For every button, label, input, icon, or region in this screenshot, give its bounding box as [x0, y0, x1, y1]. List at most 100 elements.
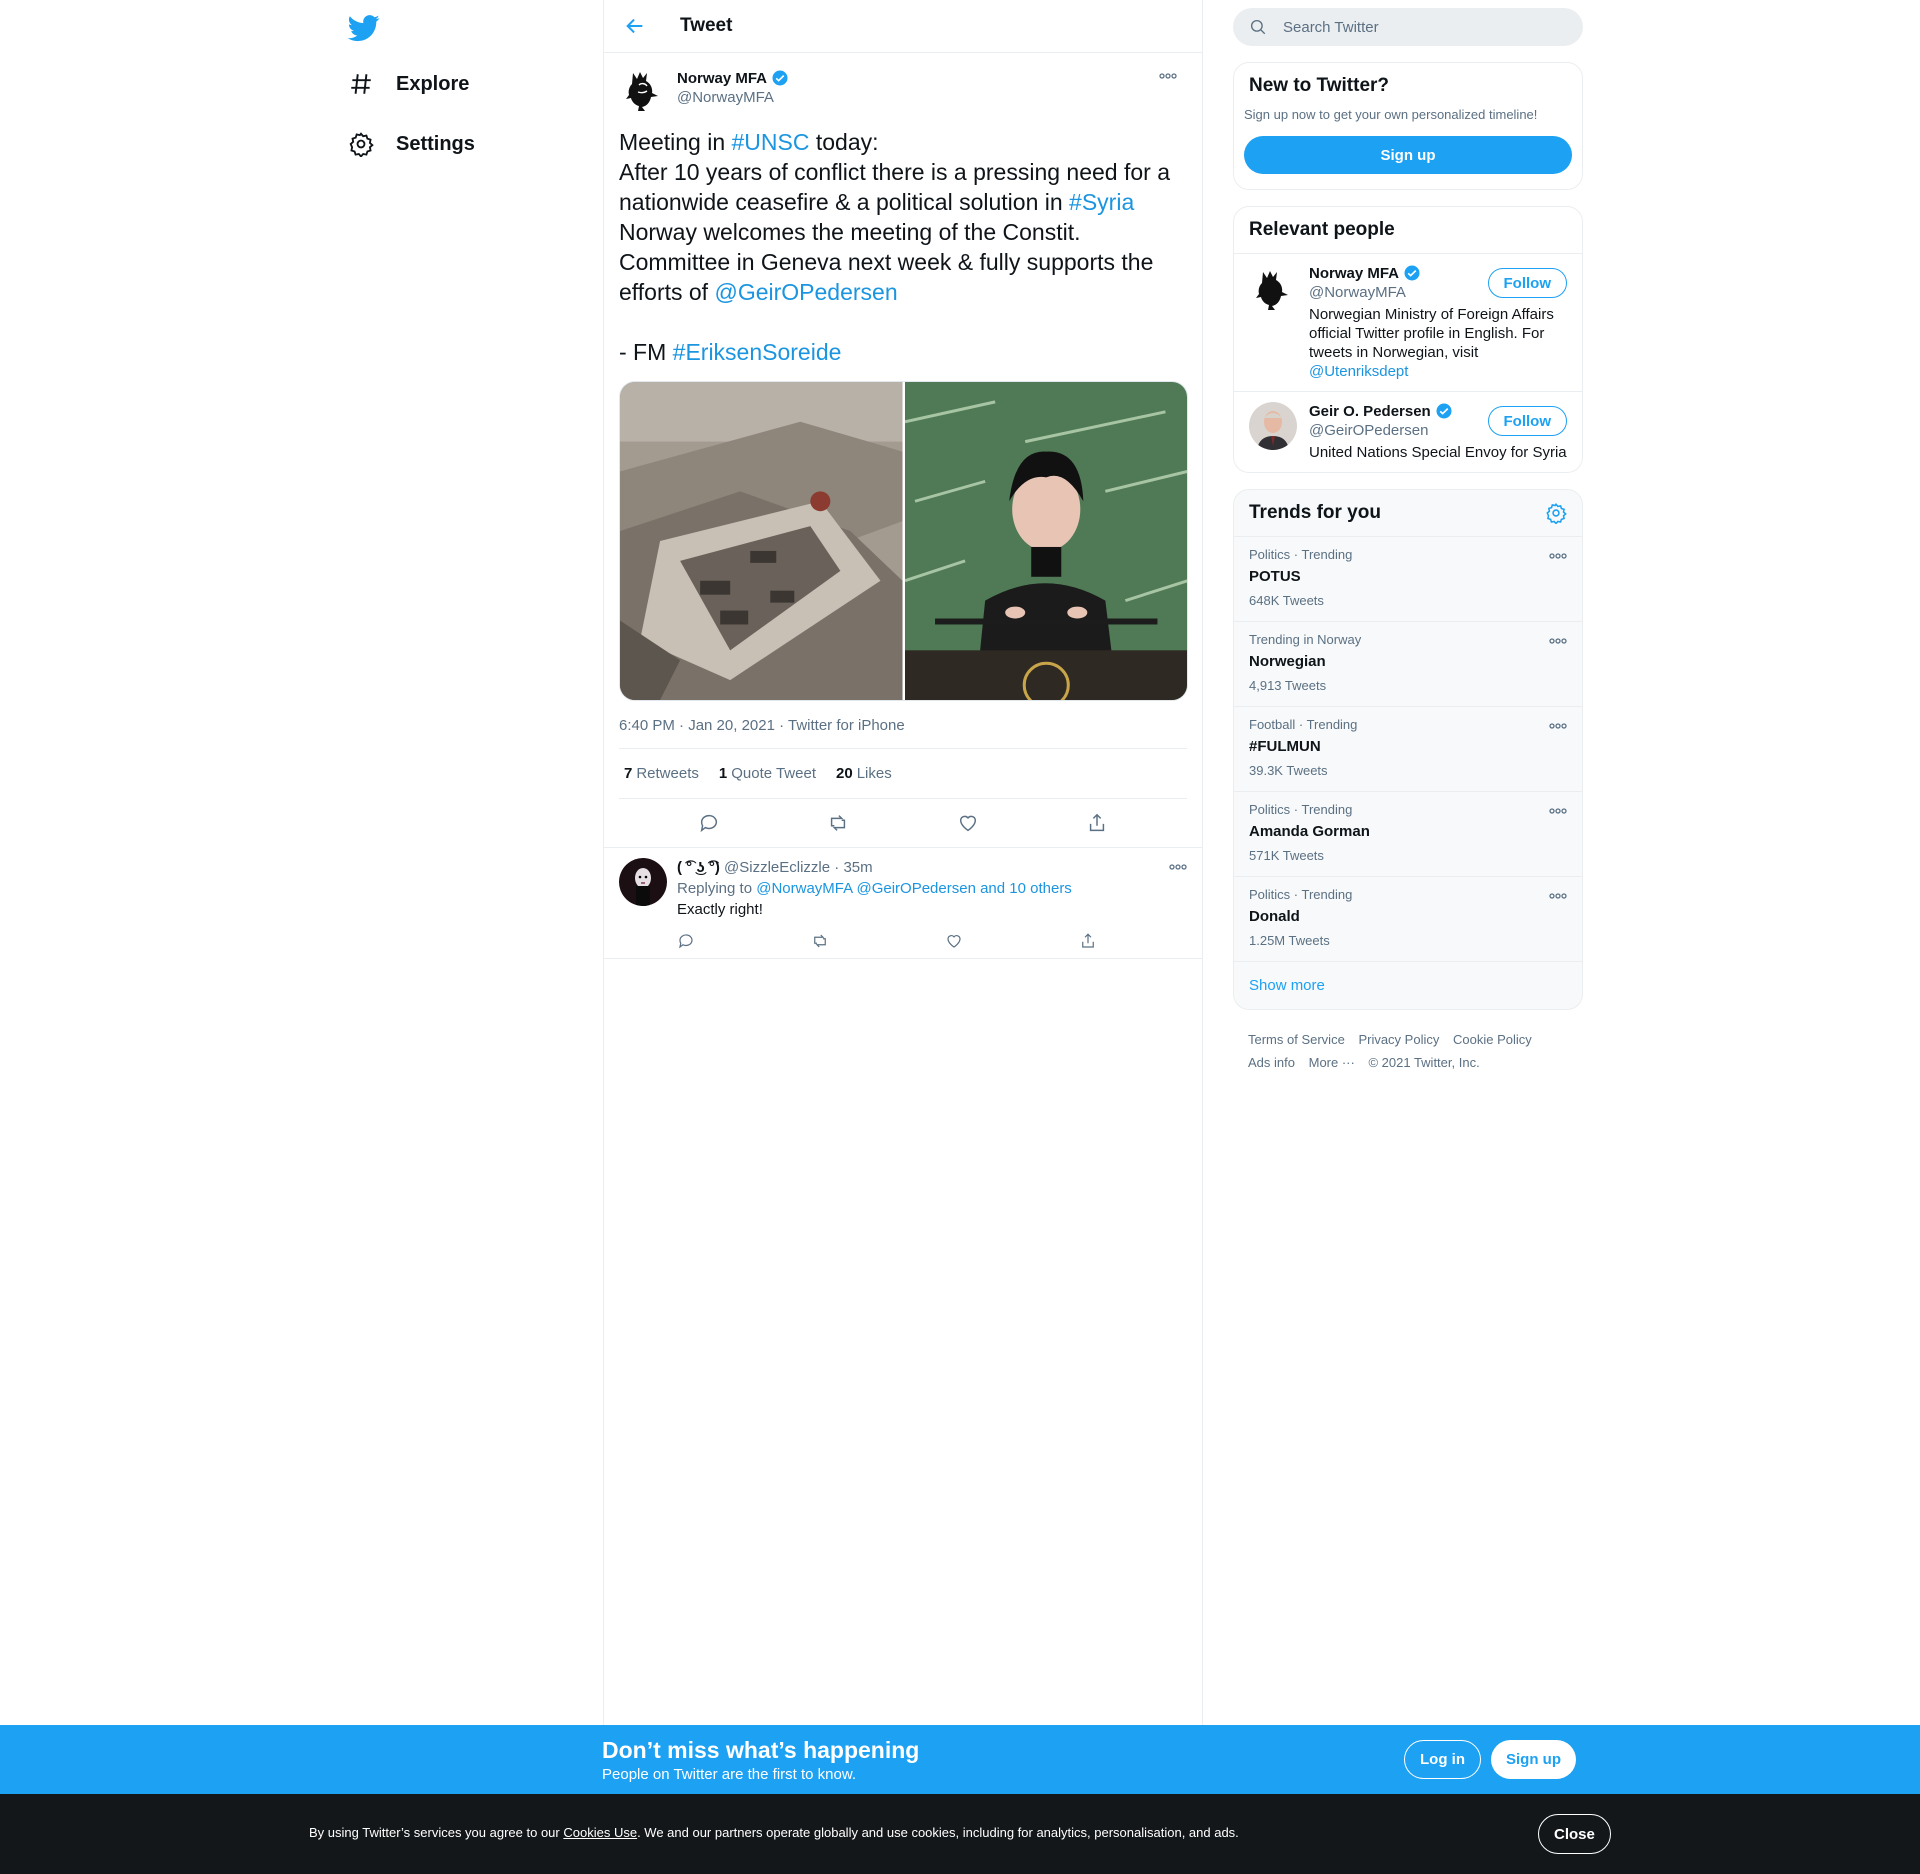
- more-options-icon[interactable]: [1549, 806, 1567, 816]
- search-bar[interactable]: [1233, 8, 1583, 46]
- more-options-icon[interactable]: [1169, 862, 1187, 872]
- like-heart-icon[interactable]: [945, 932, 963, 950]
- more-options-icon[interactable]: [1549, 891, 1567, 901]
- trend-context: Trending in Norway: [1249, 632, 1362, 647]
- main-column: Tweet Norway MFA @NorwayMFA Meeting in #…: [603, 0, 1203, 1874]
- trend-count: 648K Tweets: [1249, 593, 1324, 608]
- trend-count: 571K Tweets: [1249, 848, 1324, 863]
- avatar[interactable]: [619, 858, 667, 906]
- login-button[interactable]: Log in: [1404, 1740, 1481, 1779]
- photo-destroyed-buildings[interactable]: [620, 382, 903, 700]
- banner-signup-button[interactable]: Sign up: [1491, 1740, 1576, 1779]
- person-name[interactable]: Norway MFA: [1309, 265, 1399, 282]
- person-bio-text: Norwegian Ministry of Foreign Affairs of…: [1309, 306, 1554, 361]
- author-name[interactable]: Norway MFA: [677, 70, 767, 87]
- trend-context: Football · Trending: [1249, 717, 1358, 732]
- author-handle: @NorwayMFA: [677, 89, 774, 106]
- quotes-stat[interactable]: 1 Quote Tweet: [719, 765, 816, 782]
- nav-explore[interactable]: Explore: [348, 62, 469, 106]
- retweet-icon[interactable]: [827, 812, 849, 834]
- trend-item[interactable]: Politics · Trending Amanda Gorman 571K T…: [1234, 791, 1582, 876]
- photo-speaker-at-podium[interactable]: [904, 382, 1187, 700]
- reply-icon[interactable]: [677, 932, 695, 950]
- signup-button[interactable]: Sign up: [1244, 136, 1572, 174]
- person-norway-mfa[interactable]: Norway MFA @NorwayMFA Norwegian Ministry…: [1234, 253, 1582, 391]
- back-arrow-icon[interactable]: [624, 15, 646, 37]
- person-handle: @NorwayMFA: [1309, 284, 1406, 301]
- banner-subtitle: People on Twitter are the first to know.: [602, 1766, 857, 1783]
- like-heart-icon[interactable]: [957, 812, 979, 834]
- twitter-logo-icon[interactable]: [347, 12, 380, 44]
- avatar[interactable]: [1249, 264, 1297, 312]
- avatar[interactable]: [1249, 402, 1297, 450]
- share-icon[interactable]: [1079, 932, 1097, 950]
- retweets-label: Retweets: [636, 765, 699, 782]
- hashtag-link[interactable]: #UNSC: [732, 129, 810, 155]
- privacy-link[interactable]: Privacy Policy: [1358, 1032, 1439, 1047]
- nav-settings[interactable]: Settings: [348, 122, 475, 166]
- reply-body: ( ͡° ͜ʖ ͡°) @SizzleEclizzle · 35m Replyi…: [677, 858, 1187, 950]
- more-link[interactable]: More ···: [1309, 1055, 1355, 1070]
- retweets-stat[interactable]: 7 Retweets: [624, 765, 699, 782]
- gear-icon[interactable]: [1545, 502, 1567, 524]
- gear-icon: [349, 132, 374, 157]
- reply-icon[interactable]: [698, 812, 720, 834]
- trend-item[interactable]: Politics · Trending POTUS 648K Tweets: [1234, 536, 1582, 621]
- retweet-icon[interactable]: [811, 932, 829, 950]
- trend-item[interactable]: Politics · Trending Donald 1.25M Tweets: [1234, 876, 1582, 961]
- hashtag-link[interactable]: #EriksenSoreide: [673, 339, 842, 365]
- cookie-suffix: . We and our partners operate globally a…: [637, 1825, 1239, 1840]
- more-options-icon[interactable]: [1549, 551, 1567, 561]
- tweet-text: Meeting in #UNSC today: After 10 years o…: [619, 127, 1187, 367]
- person-name[interactable]: Geir O. Pedersen: [1309, 403, 1431, 420]
- tweet-stats: 7 Retweets 1 Quote Tweet 20 Likes: [619, 749, 1187, 799]
- show-more-link[interactable]: Show more: [1234, 961, 1582, 1009]
- reply-tweet[interactable]: ( ͡° ͜ʖ ͡°) @SizzleEclizzle · 35m Replyi…: [604, 848, 1202, 959]
- trend-context: Politics · Trending: [1249, 887, 1353, 902]
- trend-name: Amanda Gorman: [1249, 823, 1370, 840]
- follow-button[interactable]: Follow: [1487, 268, 1567, 298]
- person-geir-pedersen[interactable]: Geir O. Pedersen @GeirOPedersen United N…: [1234, 391, 1582, 472]
- reply-age[interactable]: · 35m: [834, 859, 872, 876]
- reply-text: Exactly right!: [677, 901, 763, 918]
- tweet-timestamp[interactable]: 6:40 PM · Jan 20, 2021 · Twitter for iPh…: [619, 717, 1187, 749]
- new-card-title: New to Twitter?: [1249, 75, 1390, 96]
- trend-item[interactable]: Trending in Norway Norwegian 4,913 Tweet…: [1234, 621, 1582, 706]
- page-title: Tweet: [680, 15, 733, 36]
- bio-mention-link[interactable]: @Utenriksdept: [1309, 363, 1408, 380]
- cookie-prefix: By using Twitter’s services you agree to…: [309, 1825, 564, 1840]
- reply-author-name[interactable]: ( ͡° ͜ʖ ͡°): [677, 859, 720, 876]
- replying-prefix: Replying to: [677, 880, 757, 897]
- tweet-text-part: - FM: [619, 339, 667, 365]
- retweets-count: 7: [624, 765, 633, 782]
- relevant-people-title: Relevant people: [1249, 219, 1395, 240]
- search-input[interactable]: [1283, 18, 1543, 36]
- more-options-icon[interactable]: [1159, 71, 1177, 81]
- more-options-icon[interactable]: [1549, 636, 1567, 646]
- author-block: Norway MFA @NorwayMFA: [677, 69, 789, 117]
- hashtag-link[interactable]: #Syria: [1069, 189, 1134, 215]
- cookies-use-link[interactable]: Cookies Use: [563, 1825, 637, 1840]
- share-icon[interactable]: [1086, 812, 1108, 834]
- trend-name: Norwegian: [1249, 653, 1326, 670]
- more-options-icon[interactable]: [1549, 721, 1567, 731]
- terms-link[interactable]: Terms of Service: [1248, 1032, 1345, 1047]
- reply-author-handle: @SizzleEclizzle: [724, 859, 831, 876]
- cookie-close-button[interactable]: Close: [1538, 1814, 1611, 1854]
- new-card-subtitle: Sign up now to get your own personalized…: [1244, 107, 1538, 122]
- cookie-policy-link[interactable]: Cookie Policy: [1453, 1032, 1532, 1047]
- footer-links: Terms of Service Privacy Policy Cookie P…: [1233, 1010, 1583, 1074]
- tweet-text-part: Meeting in: [619, 129, 732, 155]
- trend-context: Politics · Trending: [1249, 802, 1353, 817]
- trends-header: Trends for you: [1234, 490, 1582, 536]
- avatar[interactable]: [619, 65, 667, 113]
- verified-badge-icon: [1404, 265, 1420, 281]
- follow-button[interactable]: Follow: [1487, 406, 1567, 436]
- verified-badge-icon: [1436, 403, 1452, 419]
- replying-to-link[interactable]: @NorwayMFA @GeirOPedersen and 10 others: [756, 880, 1072, 897]
- trend-item[interactable]: Football · Trending #FULMUN 39.3K Tweets: [1234, 706, 1582, 791]
- mention-link[interactable]: @GeirOPedersen: [714, 279, 897, 305]
- trend-count: 4,913 Tweets: [1249, 678, 1327, 693]
- likes-stat[interactable]: 20 Likes: [836, 765, 892, 782]
- ads-info-link[interactable]: Ads info: [1248, 1055, 1295, 1070]
